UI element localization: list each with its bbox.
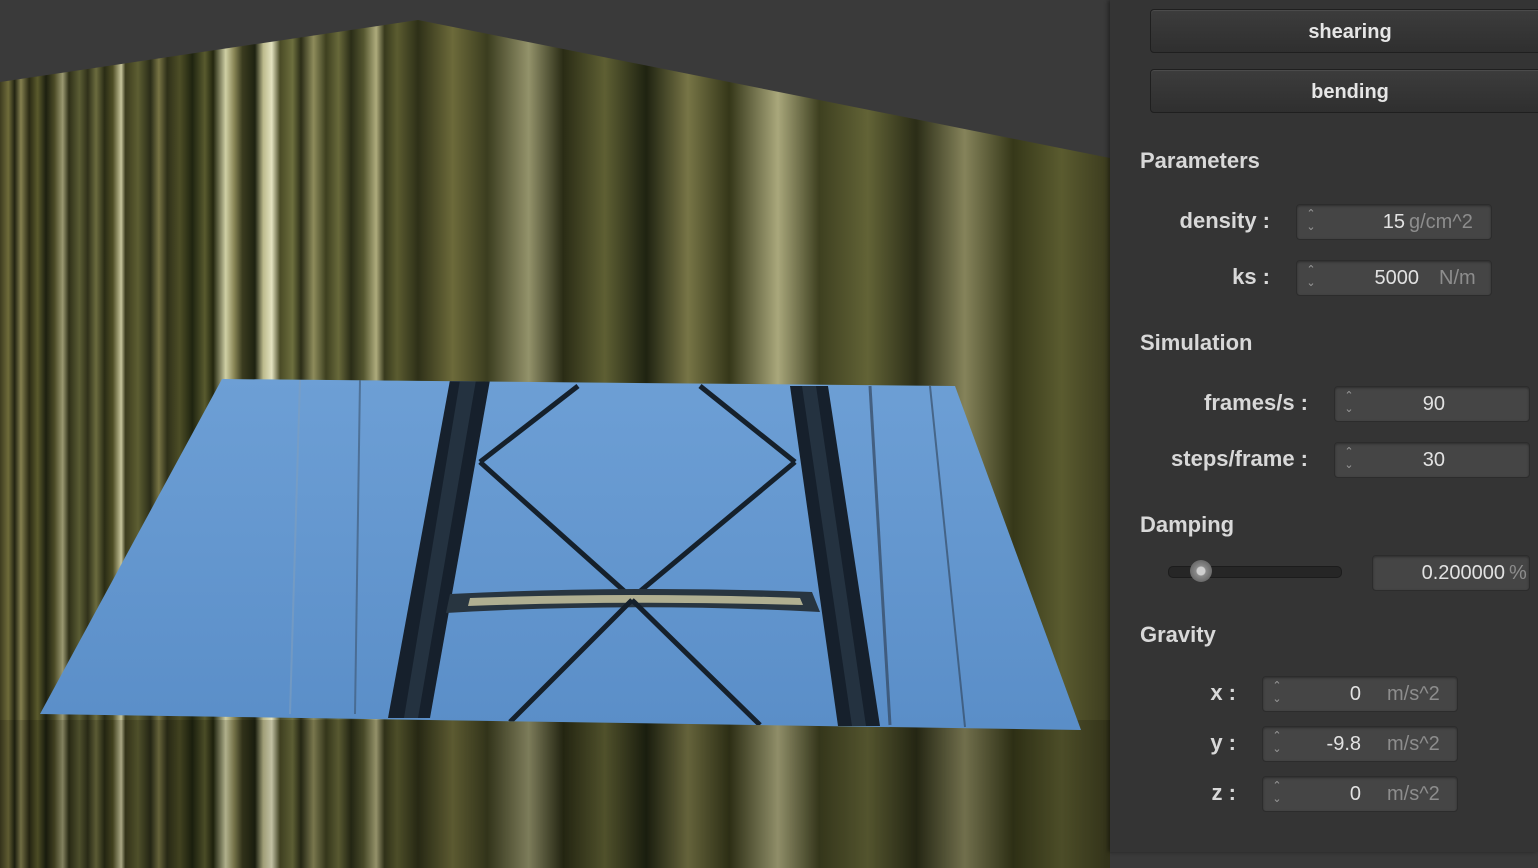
gravity-y-unit: m/s^2 (1387, 733, 1440, 755)
cloth-mesh[interactable] (40, 379, 1081, 730)
gravity-x-spinbox[interactable]: ⌃ ⌄ 0 m/s^2 (1262, 676, 1458, 712)
gravity-y-value: -9.8 (1326, 733, 1361, 755)
damping-slider-handle[interactable] (1190, 560, 1212, 582)
steps-spinbox[interactable]: ⌃ ⌄ 30 (1334, 442, 1530, 478)
spin-arrows-icon[interactable]: ⌃ ⌄ (1271, 780, 1283, 808)
steps-value: 30 (1422, 449, 1445, 471)
gravity-z-spinbox[interactable]: ⌃ ⌄ 0 m/s^2 (1262, 776, 1458, 812)
damping-header: Damping (1140, 512, 1235, 537)
steps-label: steps/frame : (1171, 446, 1308, 471)
shearing-button[interactable]: shearing (1150, 9, 1538, 53)
spin-arrows-icon[interactable]: ⌃ ⌄ (1271, 730, 1283, 758)
parameters-header: Parameters (1140, 148, 1260, 173)
simulation-header: Simulation (1140, 330, 1253, 355)
fps-spinbox[interactable]: ⌃ ⌄ 90 (1334, 386, 1530, 422)
gravity-x-value: 0 (1349, 683, 1361, 705)
gravity-x-label: x : (1210, 680, 1236, 705)
spin-arrows-icon[interactable]: ⌃ ⌄ (1343, 390, 1355, 418)
gravity-z-unit: m/s^2 (1387, 783, 1440, 805)
spin-arrows-icon[interactable]: ⌃ ⌄ (1271, 680, 1283, 708)
gravity-y-label: y : (1210, 730, 1236, 755)
control-panel: shearing bending Parameters density : ⌃ ⌄… (1110, 0, 1538, 852)
density-label: density : (1179, 208, 1270, 233)
density-spinbox[interactable]: ⌃ ⌄ 15 g/cm^2 (1296, 204, 1492, 240)
damping-unit: % (1509, 562, 1527, 584)
spin-arrows-icon[interactable]: ⌃ ⌄ (1305, 264, 1317, 292)
damping-field[interactable]: 0.200000 % (1372, 555, 1530, 591)
damping-value: 0.200000 (1421, 562, 1505, 584)
density-unit: g/cm^2 (1409, 211, 1473, 233)
gravity-z-value: 0 (1349, 783, 1361, 805)
fps-value: 90 (1422, 393, 1445, 415)
spin-arrows-icon[interactable]: ⌃ ⌄ (1343, 446, 1355, 474)
spin-arrows-icon[interactable]: ⌃ ⌄ (1305, 208, 1317, 236)
gravity-header: Gravity (1140, 622, 1216, 647)
ks-unit: N/m (1439, 267, 1476, 289)
gravity-y-spinbox[interactable]: ⌃ ⌄ -9.8 m/s^2 (1262, 726, 1458, 762)
ks-value: 5000 (1374, 267, 1420, 289)
fps-label: frames/s : (1204, 390, 1308, 415)
density-value: 15 (1382, 211, 1405, 233)
ks-spinbox[interactable]: ⌃ ⌄ 5000 N/m (1296, 260, 1492, 296)
bending-button[interactable]: bending (1150, 69, 1538, 113)
gravity-x-unit: m/s^2 (1387, 683, 1440, 705)
floor-shadow (0, 720, 1110, 868)
gravity-z-label: z : (1211, 780, 1236, 805)
ks-label: ks : (1232, 264, 1270, 289)
